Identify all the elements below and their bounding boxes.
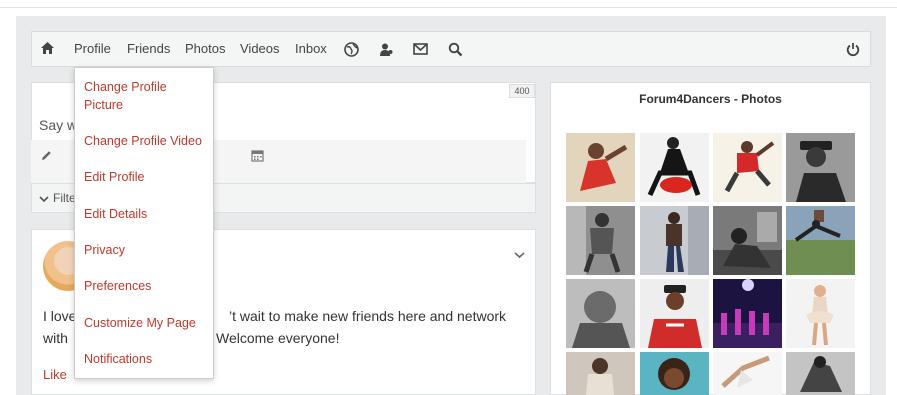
photo-thumbnail[interactable] [786,352,855,395]
home-icon[interactable] [40,41,55,55]
menu-customize-my-page[interactable]: Customize My Page [84,314,208,332]
photo-thumbnail[interactable] [566,206,635,275]
filter-label: Filte [53,191,76,205]
nav-inbox[interactable]: Inbox [295,41,327,56]
status-placeholder[interactable]: Say w [39,117,77,133]
profile-dropdown-menu: Change Profile Picture Change Profile Vi… [74,67,214,379]
menu-change-profile-video[interactable]: Change Profile Video [84,132,208,150]
photo-thumbnail[interactable] [640,133,709,202]
photo-thumbnail[interactable] [566,352,635,395]
users-icon[interactable] [378,42,394,57]
menu-preferences[interactable]: Preferences [84,277,208,295]
globe-icon[interactable] [344,42,359,57]
pencil-icon[interactable] [40,147,53,166]
photo-thumbnail[interactable] [640,279,709,348]
photo-thumbnail[interactable] [786,206,855,275]
menu-edit-profile[interactable]: Edit Profile [84,168,208,186]
char-counter: 400 [509,84,535,98]
photo-thumbnail[interactable] [713,133,782,202]
calendar-icon[interactable] [251,147,264,166]
power-icon[interactable] [846,42,860,57]
photo-thumbnail[interactable] [713,352,782,395]
post-line2-end: Welcome everyone! [216,330,340,346]
photos-title: Forum4Dancers - Photos [639,92,782,106]
post-line1-end: ’t wait to make new friends here and net… [229,308,507,324]
menu-change-profile-picture[interactable]: Change Profile Picture [84,78,208,114]
menu-edit-details[interactable]: Edit Details [84,205,208,223]
menu-privacy[interactable]: Privacy [84,241,208,259]
search-icon[interactable] [448,42,463,57]
like-link[interactable]: Like [43,367,67,382]
nav-friends[interactable]: Friends [127,41,170,56]
photo-thumbnail[interactable] [713,279,782,348]
nav-photos[interactable]: Photos [185,41,225,56]
photo-thumbnail[interactable] [566,133,635,202]
top-divider [0,7,897,8]
nav-videos[interactable]: Videos [240,41,280,56]
post-options-chevron-icon[interactable] [514,244,525,263]
mail-icon[interactable] [413,43,428,55]
chevron-down-icon [39,192,49,206]
nav-profile[interactable]: Profile [74,41,111,56]
post-line1-start: I love [43,308,77,324]
photo-thumbnail[interactable] [640,352,709,395]
photo-thumbnail[interactable] [713,206,782,275]
photo-thumbnail[interactable] [786,279,855,348]
photo-thumbnail[interactable] [640,206,709,275]
photo-thumbnail[interactable] [566,279,635,348]
menu-notifications[interactable]: Notifications [84,350,208,368]
photo-thumbnail[interactable] [786,133,855,202]
post-line2-start: with [43,330,68,346]
